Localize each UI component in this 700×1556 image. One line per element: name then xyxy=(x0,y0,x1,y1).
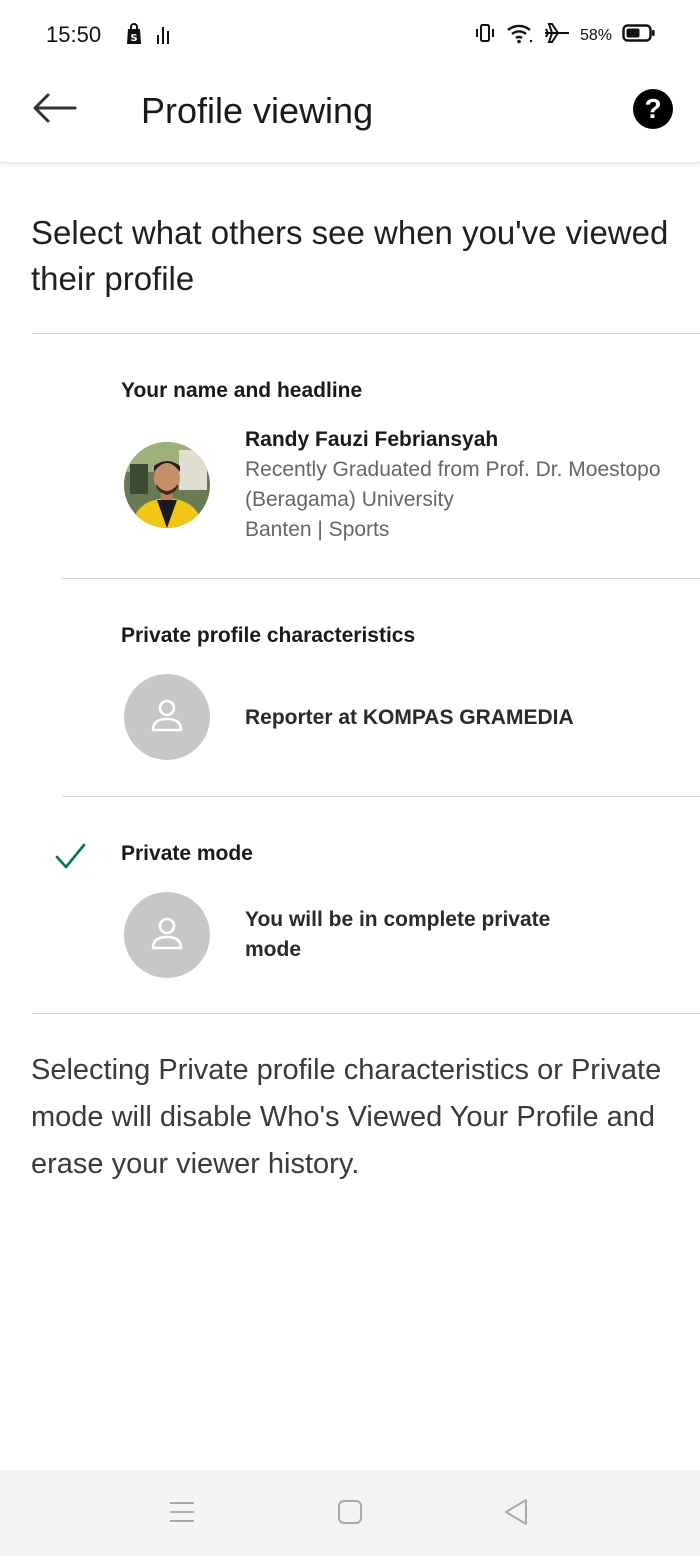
person-icon xyxy=(147,695,187,740)
back-nav-button[interactable] xyxy=(496,1494,536,1534)
menu-icon xyxy=(168,1499,196,1530)
profile-headline: Recently Graduated from Prof. Dr. Moesto… xyxy=(245,458,661,511)
battery-percent: 58% xyxy=(579,26,612,44)
option-description: Reporter at KOMPAS GRAMEDIA xyxy=(245,703,675,733)
intro-text: Select what others see when you've viewe… xyxy=(31,214,669,297)
back-triangle-icon xyxy=(502,1497,530,1532)
avatar-placeholder xyxy=(124,674,210,760)
airplane-icon xyxy=(544,22,570,49)
description-text: You will be in complete private mode xyxy=(245,908,551,961)
status-time: 15:50 xyxy=(46,22,102,47)
person-icon xyxy=(147,913,187,958)
footer-note: Selecting Private profile characteristic… xyxy=(31,1054,662,1180)
option-label: Your name and headline xyxy=(121,379,363,402)
arrow-left-icon xyxy=(31,93,77,128)
svg-text:S: S xyxy=(130,33,137,44)
divider xyxy=(31,333,700,334)
option-private-profile-characteristics[interactable]: Private profile characteristics Reporter… xyxy=(0,606,700,796)
divider xyxy=(62,796,700,797)
shopping-bag-icon: S xyxy=(124,22,144,51)
app-bar: Profile viewing ? xyxy=(0,70,700,163)
home-button[interactable] xyxy=(330,1494,370,1534)
divider xyxy=(62,578,700,579)
description-text: Reporter at KOMPAS GRAMEDIA xyxy=(245,706,574,729)
avatar xyxy=(124,442,210,528)
status-left-icons: S xyxy=(124,22,172,51)
option-label: Private profile characteristics xyxy=(121,624,416,647)
vibrate-icon xyxy=(474,22,496,49)
back-button[interactable] xyxy=(26,88,82,132)
wifi-icon xyxy=(506,22,534,49)
option-name-and-headline[interactable]: Your name and headline Randy Fauzi Febri… xyxy=(0,360,700,578)
avatar-placeholder xyxy=(124,892,210,978)
help-button[interactable]: ? xyxy=(633,89,673,129)
navigation-bar xyxy=(0,1470,700,1556)
profile-name: Randy Fauzi Febriansyah xyxy=(245,428,499,451)
signal-bars-icon xyxy=(156,23,172,50)
option-description: You will be in complete private mode xyxy=(245,905,605,965)
battery-icon xyxy=(622,23,656,48)
status-right-icons: 58% xyxy=(474,22,656,49)
checkmark-icon xyxy=(54,840,86,872)
menu-button[interactable] xyxy=(162,1494,202,1534)
profile-location: Banten | Sports xyxy=(245,518,390,541)
divider xyxy=(31,1013,700,1014)
option-label: Private mode xyxy=(121,842,253,865)
option-private-mode[interactable]: Private mode You will be in complete pri… xyxy=(0,824,700,1014)
status-bar: 15:50 S 58% xyxy=(0,0,700,70)
question-icon: ? xyxy=(644,93,662,124)
profile-info: Randy Fauzi Febriansyah Recently Graduat… xyxy=(245,425,675,545)
home-square-icon xyxy=(336,1498,364,1531)
page-title: Profile viewing xyxy=(141,90,374,131)
